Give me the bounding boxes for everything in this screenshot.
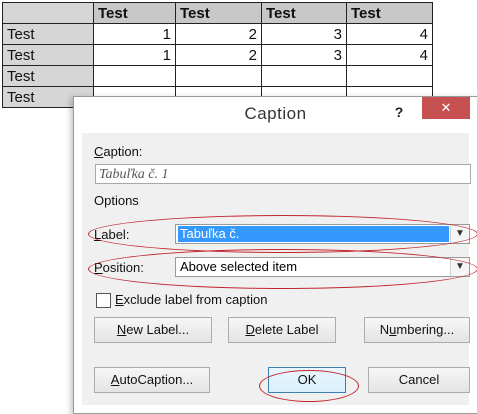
position-field-label: Position: [94,260,144,275]
label-dropdown[interactable]: Tabuľka č. ▼ [175,224,470,244]
table-cell[interactable] [346,65,433,87]
dialog-body: Caption: Tabuľka č. 1 Options Label: Tab… [82,133,471,405]
options-group-label: Options [94,193,139,208]
dialog-titlebar[interactable]: Caption ? ✕ [74,97,477,133]
numbering-button-rest: mbering... [396,322,455,337]
table-cell[interactable]: 3 [261,44,347,66]
label-field-label-rest: abel: [101,227,130,242]
table-cell[interactable] [93,65,176,87]
table-row-header[interactable]: Test [2,23,94,45]
delete-label-button-rest: elete Label [254,322,319,337]
table-cell[interactable]: 2 [175,23,262,45]
cancel-button[interactable]: Cancel [368,367,470,393]
table-cell[interactable]: 1 [93,23,176,45]
table-header-row: Test Test Test Test [2,2,433,24]
table-cell[interactable]: 4 [346,44,433,66]
label-dropdown-value: Tabuľka č. [178,226,449,242]
exclude-label-text-rest: xclude label from caption [123,292,268,307]
caption-field-label-rest: aption: [103,144,143,159]
caption-input[interactable]: Tabuľka č. 1 [95,164,471,184]
table-cell[interactable] [261,65,347,87]
position-dropdown-value: Above selected item [180,259,298,274]
close-icon: ✕ [440,100,452,115]
table-cell[interactable] [175,65,262,87]
table-row: Test 1 2 3 4 [2,23,433,45]
ok-button[interactable]: OK [268,367,346,393]
chevron-down-icon[interactable]: ▼ [450,225,469,243]
table-header-cell[interactable]: Test [93,2,176,24]
table-row-header[interactable]: Test [2,65,94,87]
table-row: Test [2,65,433,87]
exclude-label-text[interactable]: Exclude label from caption [115,292,267,307]
help-button[interactable]: ? [388,101,410,123]
table-header-cell[interactable]: Test [346,2,433,24]
document-table: Test Test Test Test Test 1 2 3 4 Test 1 … [2,2,433,108]
table-cell[interactable]: 4 [346,23,433,45]
caption-field-label: Caption: [94,144,143,159]
table-row-header[interactable]: Test [2,44,94,66]
table-cell[interactable]: 2 [175,44,262,66]
numbering-button-pre: N [379,322,390,337]
table-cell[interactable]: 1 [93,44,176,66]
position-field-label-rest: osition: [102,260,144,275]
dialog-title: Caption [244,104,307,123]
chevron-down-icon[interactable]: ▼ [450,258,469,276]
table-header-cell[interactable]: Test [175,2,262,24]
table-cell[interactable]: 3 [261,23,347,45]
position-dropdown[interactable]: Above selected item ▼ [175,257,470,277]
new-label-button[interactable]: New Label... [94,317,212,343]
new-label-button-rest: ew Label... [126,322,190,337]
table-header-cell[interactable]: Test [261,2,347,24]
caption-dialog: Caption ? ✕ Caption: Tabuľka č. 1 Option… [73,96,477,414]
numbering-button[interactable]: Numbering... [364,317,470,343]
close-button[interactable]: ✕ [422,97,470,119]
autocaption-button[interactable]: AutoCaption... [94,367,210,393]
exclude-label-checkbox[interactable] [96,293,111,308]
autocaption-button-rest: utoCaption... [119,372,194,387]
table-corner-cell[interactable] [2,2,94,24]
label-field-label: Label: [94,227,130,242]
delete-label-button[interactable]: Delete Label [228,317,336,343]
table-row: Test 1 2 3 4 [2,44,433,66]
